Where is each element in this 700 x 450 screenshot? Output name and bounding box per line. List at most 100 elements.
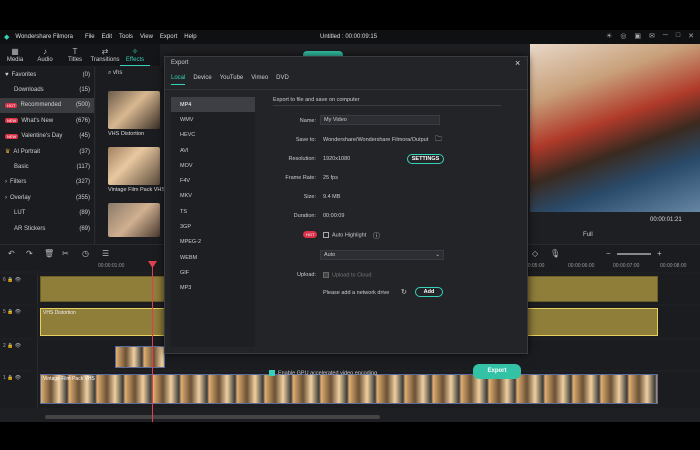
checkbox-icon <box>323 272 329 278</box>
new-badge: NEW <box>5 133 19 139</box>
titles-tab[interactable]: T Titles <box>60 44 90 66</box>
format-hevc[interactable]: HEVC <box>171 128 255 143</box>
gpu-option[interactable]: Enable GPU accelerated video encoding <box>269 370 377 376</box>
category-favorites[interactable]: ♥ Favorites (0) <box>0 67 94 82</box>
refresh-icon[interactable]: ↻ <box>401 288 407 296</box>
category-count: (0) <box>82 71 90 78</box>
tab-youtube[interactable]: YouTube <box>220 75 244 85</box>
tab-device[interactable]: Device <box>193 75 211 85</box>
mail-icon[interactable]: ✉ <box>649 32 655 40</box>
audio-tab[interactable]: ♪ Audio <box>30 44 60 66</box>
menu-view[interactable]: View <box>140 34 153 40</box>
minimize-icon[interactable]: ─ <box>663 32 668 40</box>
menu-tools[interactable]: Tools <box>119 34 133 40</box>
category-downloads[interactable]: Downloads (15) <box>0 82 94 97</box>
category-valentines[interactable]: NEW Valentine's Day (45) <box>0 129 94 144</box>
close-icon[interactable]: ✕ <box>688 32 694 40</box>
format-mkv[interactable]: MKV <box>171 189 255 204</box>
ruler-tick: 00:00:08:00 <box>660 263 687 269</box>
search-icon: ⌕ <box>108 70 112 76</box>
tab-local[interactable]: Local <box>171 75 186 85</box>
media-tab[interactable]: ▦ Media <box>0 44 30 66</box>
format-ts[interactable]: TS <box>171 204 255 219</box>
effects-thumbnail-panel: ⌕ vhs VHS Distortion Vintage Film Pack V… <box>96 67 165 271</box>
category-overlay[interactable]: › Overlay (355) <box>0 190 94 205</box>
new-badge: NEW <box>5 118 19 124</box>
format-mp4[interactable]: MP4 <box>171 97 255 113</box>
transitions-tab[interactable]: ⇄ Transitions <box>90 44 120 66</box>
zoom-in-icon[interactable]: + <box>657 249 662 258</box>
auto-highlight-checkbox[interactable]: Auto Highlight <box>323 232 366 238</box>
category-lut[interactable]: LUT (89) <box>0 206 94 221</box>
video-clip[interactable] <box>115 346 165 368</box>
hot-badge: HOT <box>5 102 18 108</box>
cut-icon[interactable]: ✂ <box>62 249 69 258</box>
speed-icon[interactable]: ◷ <box>82 249 89 258</box>
thumbnail-vintage-film[interactable] <box>108 147 160 185</box>
format-avi[interactable]: AVI <box>171 143 255 158</box>
redo-icon[interactable]: ↷ <box>26 249 33 258</box>
adjust-icon[interactable]: ☰ <box>102 249 109 258</box>
headset-icon[interactable]: ◎ <box>620 32 626 40</box>
name-input[interactable]: My Video <box>320 115 440 125</box>
format-webm[interactable]: WEBM <box>171 250 255 265</box>
close-icon[interactable]: × <box>515 58 520 68</box>
mic-icon[interactable]: 🎙 <box>550 249 560 258</box>
quality-select[interactable]: Full <box>583 232 593 238</box>
folder-icon[interactable]: 🗀 <box>435 135 442 146</box>
menu-edit[interactable]: Edit <box>102 34 112 40</box>
clip-label: Vintage Film Pack VHS <box>43 376 95 382</box>
category-ai-portrait[interactable]: ♛ AI Portrait (37) <box>0 144 94 159</box>
category-basic[interactable]: Basic (117) <box>0 159 94 174</box>
format-mov[interactable]: MOV <box>171 158 255 173</box>
audio-label: Audio <box>37 57 53 63</box>
export-button[interactable]: Export <box>473 364 521 379</box>
format-3gp[interactable]: 3GP <box>171 219 255 234</box>
auto-select[interactable]: Auto ⌄ <box>320 250 444 260</box>
category-filters[interactable]: › Filters (327) <box>0 175 94 190</box>
category-ar-stickers[interactable]: AR Stickers (69) <box>0 221 94 236</box>
add-drive-button[interactable]: Add <box>415 287 443 297</box>
category-whats-new[interactable]: NEW What's New (676) <box>0 113 94 128</box>
timeline-scrollbar[interactable] <box>45 415 380 419</box>
app-name: Wondershare Filmora <box>15 34 73 40</box>
main-video-clip[interactable]: Vintage Film Pack VHS <box>40 374 658 404</box>
tab-vimeo[interactable]: Vimeo <box>251 75 268 85</box>
window-controls: ☀ ◎ ▣ ✉ ─ □ ✕ <box>606 32 694 40</box>
effects-tab[interactable]: ✧ Effects <box>120 44 150 66</box>
format-mp3[interactable]: MP3 <box>171 281 255 296</box>
category-label: AR Stickers <box>14 225 46 232</box>
sun-icon[interactable]: ☀ <box>606 32 612 40</box>
format-wmv[interactable]: WMV <box>171 112 255 127</box>
track-header: 5 🔒 👁 <box>0 306 38 338</box>
category-count: (37) <box>79 148 90 155</box>
track-number: 1 <box>3 375 6 381</box>
marker-icon[interactable]: ◇ <box>532 249 538 258</box>
format-mpeg2[interactable]: MPEG-2 <box>171 235 255 250</box>
category-count: (500) <box>75 102 90 109</box>
search-field[interactable]: ⌕ vhs <box>108 70 122 77</box>
maximize-icon[interactable]: □ <box>676 32 680 40</box>
zoom-slider[interactable] <box>617 253 651 255</box>
menu-export[interactable]: Export <box>160 34 177 40</box>
format-gif[interactable]: GIF <box>171 265 255 280</box>
upload-cloud-checkbox[interactable]: Upload to Cloud <box>323 272 371 278</box>
settings-button[interactable]: SETTINGS <box>407 154 444 164</box>
tab-dvd[interactable]: DVD <box>276 75 289 85</box>
duration-value: 00:00:09 <box>323 213 345 219</box>
save-icon[interactable]: ▣ <box>634 32 641 40</box>
thumbnail-effect[interactable] <box>108 203 160 237</box>
undo-icon[interactable]: ↶ <box>8 249 15 258</box>
zoom-out-icon[interactable]: − <box>606 249 611 258</box>
auto-select-value: Auto <box>324 252 336 258</box>
thumbnail-vhs-distortion[interactable] <box>108 91 160 129</box>
format-f4v[interactable]: F4V <box>171 173 255 188</box>
playhead[interactable] <box>152 262 153 422</box>
video-preview <box>530 44 700 216</box>
delete-icon[interactable]: 🗑 <box>44 249 54 258</box>
name-label: Name: <box>299 118 316 124</box>
category-recommended[interactable]: HOT Recommended (500) <box>0 97 94 114</box>
menu-help[interactable]: Help <box>184 34 196 40</box>
menu-file[interactable]: File <box>85 34 95 40</box>
help-icon[interactable]: ⓘ <box>373 231 380 241</box>
